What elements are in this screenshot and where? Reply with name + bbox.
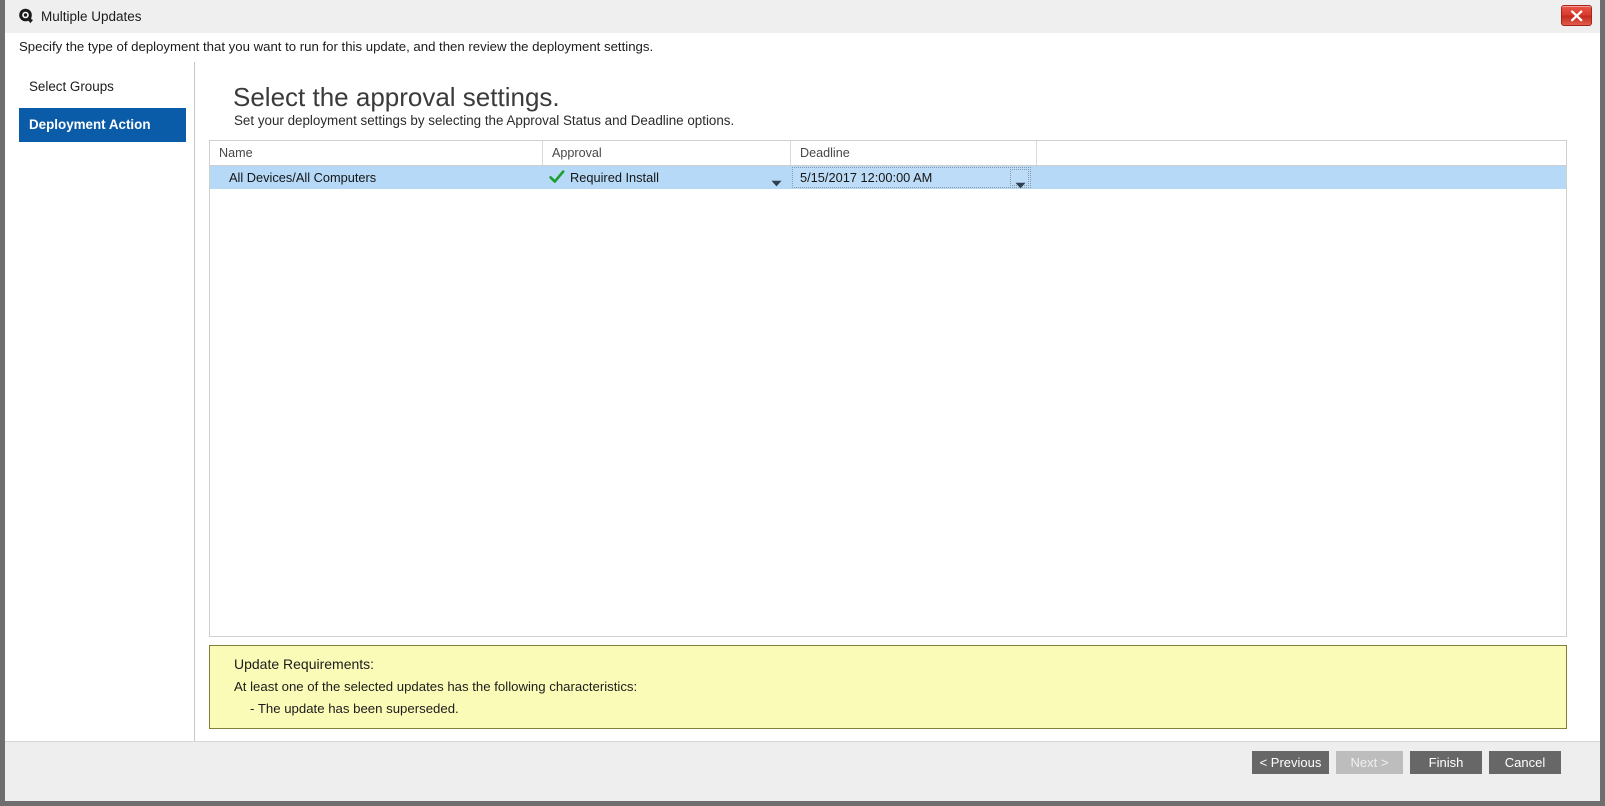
instruction-text: Specify the type of deployment that you … xyxy=(19,39,653,54)
chevron-down-icon xyxy=(1015,176,1026,194)
deadline-dropdown[interactable]: 5/15/2017 12:00:00 AM xyxy=(792,167,1031,188)
page-subtitle: Set your deployment settings by selectin… xyxy=(234,113,734,128)
page-title: Select the approval settings. xyxy=(233,82,560,113)
title-bar: Multiple Updates xyxy=(5,0,1600,34)
column-header-approval[interactable]: Approval xyxy=(542,141,790,165)
updates-icon xyxy=(18,8,35,25)
cell-group-name: All Devices/All Computers xyxy=(210,166,542,189)
column-header-label: Name xyxy=(219,146,253,160)
requirements-bullet: - The update has been superseded. xyxy=(250,701,459,716)
approval-value-label: Required Install xyxy=(570,166,659,189)
update-requirements-panel: Update Requirements: At least one of the… xyxy=(209,645,1567,729)
instruction-bar: Specify the type of deployment that you … xyxy=(5,33,1600,62)
sidebar-item-deployment-action[interactable]: Deployment Action xyxy=(19,108,186,142)
sidebar-item-label: Deployment Action xyxy=(29,117,151,132)
green-check-icon xyxy=(549,170,565,190)
grid-header-row: Name Approval Deadline xyxy=(210,141,1566,166)
close-icon[interactable] xyxy=(1561,5,1592,26)
cancel-button[interactable]: Cancel xyxy=(1489,751,1561,774)
deadline-value-label: 5/15/2017 12:00:00 AM xyxy=(800,168,932,187)
table-row[interactable]: All Devices/All Computers Required Insta… xyxy=(210,166,1566,189)
multiple-updates-dialog: Multiple Updates Specify the type of dep… xyxy=(0,0,1605,806)
column-header-label: Deadline xyxy=(800,146,850,160)
window-title: Multiple Updates xyxy=(41,8,142,25)
dialog-footer: < Previous Next > Finish Cancel xyxy=(5,741,1600,802)
sidebar-item-select-groups[interactable]: Select Groups xyxy=(19,70,186,104)
group-name-label: All Devices/All Computers xyxy=(229,170,376,185)
requirements-description: At least one of the selected updates has… xyxy=(234,679,637,694)
wizard-sidebar: Select Groups Deployment Action xyxy=(5,62,195,741)
main-pane: Select the approval settings. Set your d… xyxy=(195,62,1600,741)
finish-button[interactable]: Finish xyxy=(1410,751,1482,774)
previous-button[interactable]: < Previous xyxy=(1252,751,1329,774)
content-area: Select Groups Deployment Action Select t… xyxy=(5,62,1600,741)
next-button: Next > xyxy=(1336,751,1403,774)
requirements-title: Update Requirements: xyxy=(234,656,374,672)
approval-settings-grid: Name Approval Deadline All Devices/All C… xyxy=(209,140,1567,637)
approval-dropdown[interactable]: Required Install xyxy=(542,166,790,189)
chevron-down-icon[interactable] xyxy=(771,174,782,192)
column-header-spacer[interactable] xyxy=(1036,141,1566,165)
sidebar-item-label: Select Groups xyxy=(29,79,114,94)
column-header-name[interactable]: Name xyxy=(210,141,542,165)
column-header-deadline[interactable]: Deadline xyxy=(790,141,1036,165)
column-header-label: Approval xyxy=(552,146,602,160)
deadline-dropdown-button[interactable] xyxy=(1010,169,1029,186)
